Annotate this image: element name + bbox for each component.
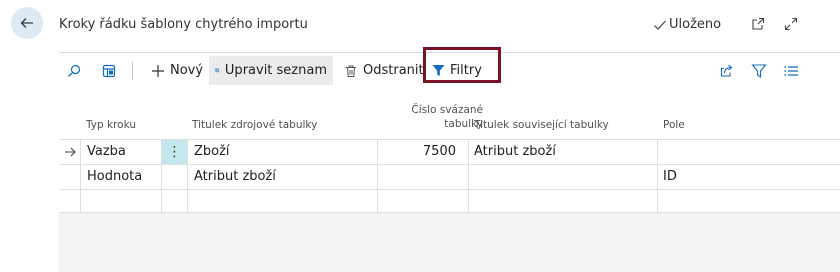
cell-related-caption[interactable]: Atribut zboží [474, 140, 556, 164]
arrow-right-icon [65, 147, 76, 157]
open-new-window-button[interactable] [749, 15, 767, 33]
row-actions-button[interactable]: ⋮ [162, 140, 187, 164]
column-header-step-type[interactable]: Typ kroku [86, 118, 136, 132]
list-icon [784, 65, 798, 76]
table-row[interactable]: Vazba ⋮ Zboží 7500 Atribut zboží [59, 139, 840, 164]
column-divider [80, 139, 81, 212]
column-divider [468, 139, 469, 212]
edit-list-button[interactable]: Upravit seznam [209, 56, 333, 85]
column-divider [161, 139, 162, 212]
open-in-new-icon [752, 17, 765, 30]
column-header-related-number-line2: tabulky [444, 118, 483, 130]
expand-icon [784, 17, 798, 31]
checkmark-icon [654, 20, 666, 30]
table-row[interactable] [59, 189, 840, 213]
new-button-label: Nový [170, 63, 204, 78]
share-button[interactable] [714, 56, 740, 85]
arrow-left-icon [20, 18, 33, 28]
plus-icon [152, 64, 164, 77]
list-view-button[interactable] [778, 56, 804, 85]
back-button[interactable] [11, 7, 43, 39]
edit-list-button-label: Upravit seznam [224, 63, 327, 78]
column-divider [187, 139, 188, 212]
column-header-source-caption[interactable]: Titulek zdrojové tabulky [192, 118, 317, 132]
new-button[interactable]: Nový [145, 56, 209, 85]
column-header-related-caption[interactable]: Titulek související tabulky [474, 118, 609, 132]
table-row[interactable]: Hodnota Atribut zboží ID [59, 164, 840, 189]
save-status: Uloženo [653, 17, 721, 32]
grid-view-icon [102, 64, 116, 77]
list-grid: Typ kroku Titulek zdrojové tabulky Číslo… [59, 89, 840, 272]
share-icon [720, 64, 733, 77]
cell-related-number[interactable] [379, 165, 456, 189]
grid-body: Typ kroku Titulek zdrojové tabulky Číslo… [59, 89, 840, 213]
cell-source-caption[interactable]: Zboží [194, 140, 230, 164]
trash-icon [346, 65, 356, 77]
filters-highlight-box [423, 47, 501, 83]
cell-related-number[interactable]: 7500 [379, 140, 456, 164]
cell-field[interactable]: ID [663, 165, 677, 189]
toolbar-divider [132, 62, 133, 80]
search-button[interactable] [61, 56, 87, 85]
edit-list-icon [215, 68, 220, 73]
filter-pane-button[interactable] [746, 56, 772, 85]
column-header-related-number[interactable]: Číslo svázané tabulky [379, 103, 483, 131]
column-divider [657, 139, 658, 212]
more-vertical-icon: ⋮ [167, 144, 182, 160]
column-header-related-number-line1: Číslo svázané [411, 104, 483, 116]
column-divider [377, 139, 378, 212]
page-panel: Kroky řádku šablony chytrého importu Ulo… [59, 0, 840, 272]
delete-button[interactable]: Odstranit [338, 56, 430, 85]
delete-button-label: Odstranit [363, 63, 424, 78]
expand-button[interactable] [782, 15, 800, 33]
cell-step-type[interactable]: Vazba [87, 140, 126, 164]
cell-source-caption[interactable]: Atribut zboží [194, 165, 276, 189]
filter-pane-icon [751, 63, 767, 78]
cell-step-type[interactable]: Hodnota [87, 165, 142, 189]
view-toggle-button[interactable] [96, 56, 122, 85]
search-icon [68, 64, 81, 77]
save-status-label: Uloženo [669, 17, 722, 32]
page-title: Kroky řádku šablony chytrého importu [59, 17, 308, 32]
row-indicator [64, 140, 80, 164]
column-header-field[interactable]: Pole [663, 118, 685, 132]
